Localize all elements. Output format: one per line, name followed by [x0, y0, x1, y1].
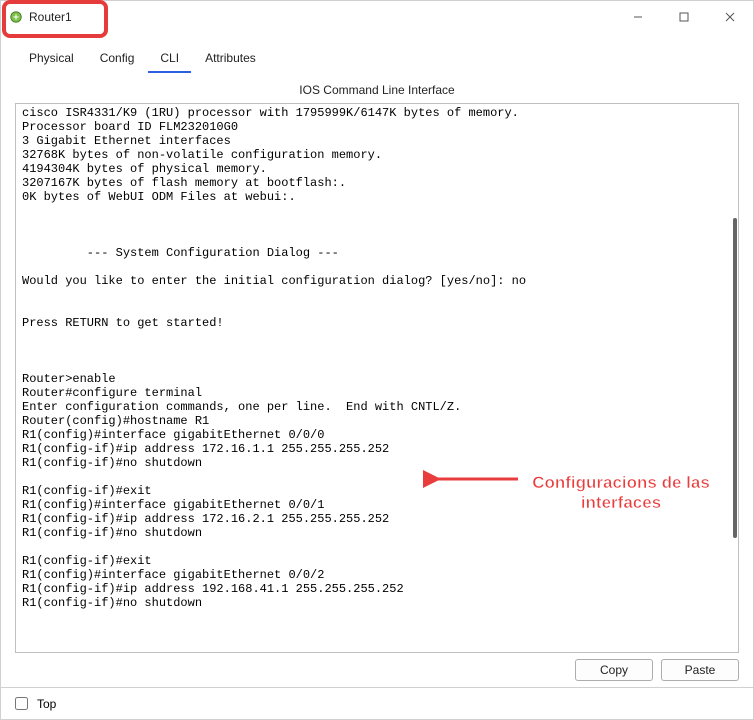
minimize-icon: [633, 12, 643, 22]
cli-terminal[interactable]: cisco ISR4331/K9 (1RU) processor with 17…: [16, 104, 738, 652]
app-icon: [9, 10, 23, 24]
close-button[interactable]: [707, 1, 753, 33]
panel-title: IOS Command Line Interface: [7, 73, 747, 103]
paste-button[interactable]: Paste: [661, 659, 739, 681]
top-checkbox[interactable]: [15, 697, 28, 710]
top-label: Top: [37, 697, 56, 711]
maximize-icon: [679, 12, 689, 22]
maximize-button[interactable]: [661, 1, 707, 33]
tab-cli[interactable]: CLI: [148, 45, 191, 73]
window-title: Router1: [29, 10, 72, 24]
copy-button[interactable]: Copy: [575, 659, 653, 681]
titlebar: Router1: [1, 1, 753, 33]
bottom-bar: Top: [1, 687, 753, 719]
scrollbar-thumb[interactable]: [733, 218, 737, 538]
close-icon: [725, 12, 735, 22]
tab-config[interactable]: Config: [88, 45, 147, 73]
tab-physical[interactable]: Physical: [17, 45, 86, 73]
minimize-button[interactable]: [615, 1, 661, 33]
window-router1: Router1 Physical Config CLI Attributes I…: [0, 0, 754, 720]
content-area: Physical Config CLI Attributes IOS Comma…: [1, 33, 753, 687]
window-controls: [615, 1, 753, 33]
scrollbar[interactable]: [733, 108, 737, 648]
terminal-wrap: cisco ISR4331/K9 (1RU) processor with 17…: [15, 103, 739, 653]
tab-attributes[interactable]: Attributes: [193, 45, 268, 73]
button-row: Copy Paste: [7, 653, 747, 687]
titlebar-left: Router1: [9, 10, 72, 24]
tabs: Physical Config CLI Attributes: [17, 45, 747, 73]
